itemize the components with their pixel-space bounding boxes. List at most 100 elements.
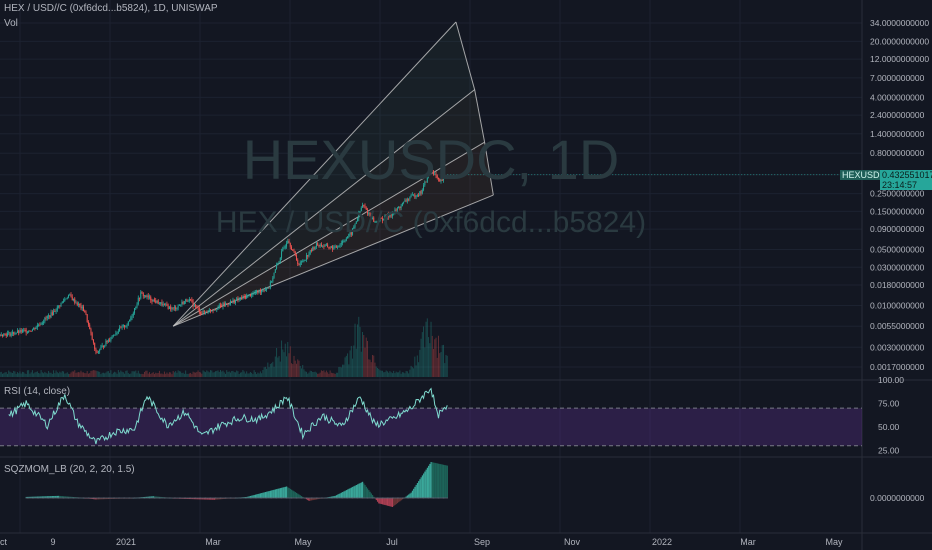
sqz-dot (396, 497, 398, 499)
sqz-dot (132, 497, 134, 499)
sqz-dot (297, 497, 299, 499)
sqz-bar (445, 465, 447, 498)
candle-body (435, 173, 437, 176)
sqz-dot (383, 497, 385, 499)
candle-body (379, 218, 381, 222)
volume-bar (429, 343, 431, 377)
volume-bar (440, 352, 442, 377)
candle-body (203, 310, 205, 313)
sqz-dot (121, 497, 123, 499)
volume-bar (370, 362, 372, 377)
volume-bar (247, 373, 249, 377)
candle-body (398, 206, 400, 209)
sqz-dot (44, 497, 46, 499)
volume-bar (330, 372, 332, 377)
candle-body (325, 244, 327, 246)
volume-bar (175, 371, 177, 377)
sqz-dot (303, 497, 305, 499)
sqz-dot (332, 497, 334, 499)
sqz-dot (349, 497, 351, 499)
volume-bar (173, 372, 175, 377)
candle-body (36, 325, 38, 328)
volume-bar (320, 370, 322, 377)
volume-bar (284, 343, 286, 377)
volume-bar (243, 371, 245, 377)
sqz-dot (29, 497, 31, 499)
candle-body (5, 334, 7, 336)
sqz-bar (352, 486, 354, 498)
candle-body (242, 295, 244, 299)
volume-bar (205, 372, 207, 377)
sqz-dot (280, 497, 283, 499)
sqz-dot (300, 497, 303, 499)
sqz-bar (384, 498, 386, 506)
sqz-dot (327, 497, 329, 499)
sqz-dot (202, 497, 204, 499)
candle-body (349, 232, 351, 234)
sqz-dot (261, 497, 263, 499)
candle-body (58, 305, 60, 307)
sqz-dot (112, 497, 114, 499)
sqz-dot (54, 497, 56, 499)
sqz-dot (110, 497, 112, 499)
sqz-dot (49, 497, 51, 499)
candle-body (44, 317, 46, 322)
candle-body (274, 269, 276, 273)
volume-bar (140, 374, 142, 377)
volume-bar (110, 370, 112, 377)
volume-bar (84, 373, 86, 377)
volume-bar (262, 369, 264, 377)
candle-body (373, 217, 375, 222)
sqz-dot (196, 497, 198, 499)
candle-body (68, 294, 70, 298)
sqz-bar (416, 483, 419, 498)
sqz-dot (223, 497, 225, 499)
candle-body (303, 259, 305, 262)
sqz-bar (415, 484, 417, 498)
price-axis-label: 0.0300000000 (870, 262, 925, 272)
chart-canvas[interactable]: 34.0000000000 20.0000000000 12.0000000000 7… (0, 0, 932, 550)
candle-body (19, 329, 21, 333)
volume-bar (4, 372, 6, 377)
candle-body (82, 306, 84, 312)
candle-body (400, 205, 402, 208)
candle-body (352, 228, 354, 235)
candle-body (183, 301, 185, 305)
volume-bar (252, 374, 254, 377)
volume-bar (195, 372, 197, 377)
candle-body (53, 311, 55, 316)
volume-bar (281, 340, 283, 377)
sqz-dot (285, 497, 288, 499)
volume-bar (122, 372, 124, 377)
sqz-dot (140, 497, 142, 499)
volume-bar (386, 371, 388, 377)
candle-body (391, 213, 393, 217)
sqz-dot (434, 497, 436, 499)
volume-bar (11, 373, 13, 377)
candle-body (95, 348, 97, 352)
sqz-bar (353, 486, 355, 498)
volume-bar (227, 371, 229, 377)
volume-bar (91, 370, 93, 377)
sqz-dot (66, 497, 68, 499)
candle-body (430, 168, 432, 171)
candle-body (231, 301, 233, 303)
volume-bar (120, 370, 122, 377)
volume-bar (234, 372, 236, 377)
sqz-dot (294, 497, 296, 499)
volume-bar (254, 372, 256, 377)
volume-bar (45, 372, 47, 377)
volume-bar (74, 370, 76, 377)
sqz-dot (275, 497, 278, 499)
candle-body (440, 180, 442, 182)
sqz-dot (319, 497, 321, 499)
sqz-dot (430, 497, 432, 499)
sqz-dot (424, 497, 426, 499)
sqz-dot (136, 497, 138, 499)
volume-bar (434, 339, 436, 377)
sqz-legend: SQZMOM_LB (20, 2, 20, 1.5) (4, 464, 135, 475)
sqz-dot (274, 497, 276, 499)
price-axis-label: 0.0017000000 (870, 362, 925, 372)
candle-body (163, 303, 165, 305)
sqz-dot (188, 497, 190, 499)
